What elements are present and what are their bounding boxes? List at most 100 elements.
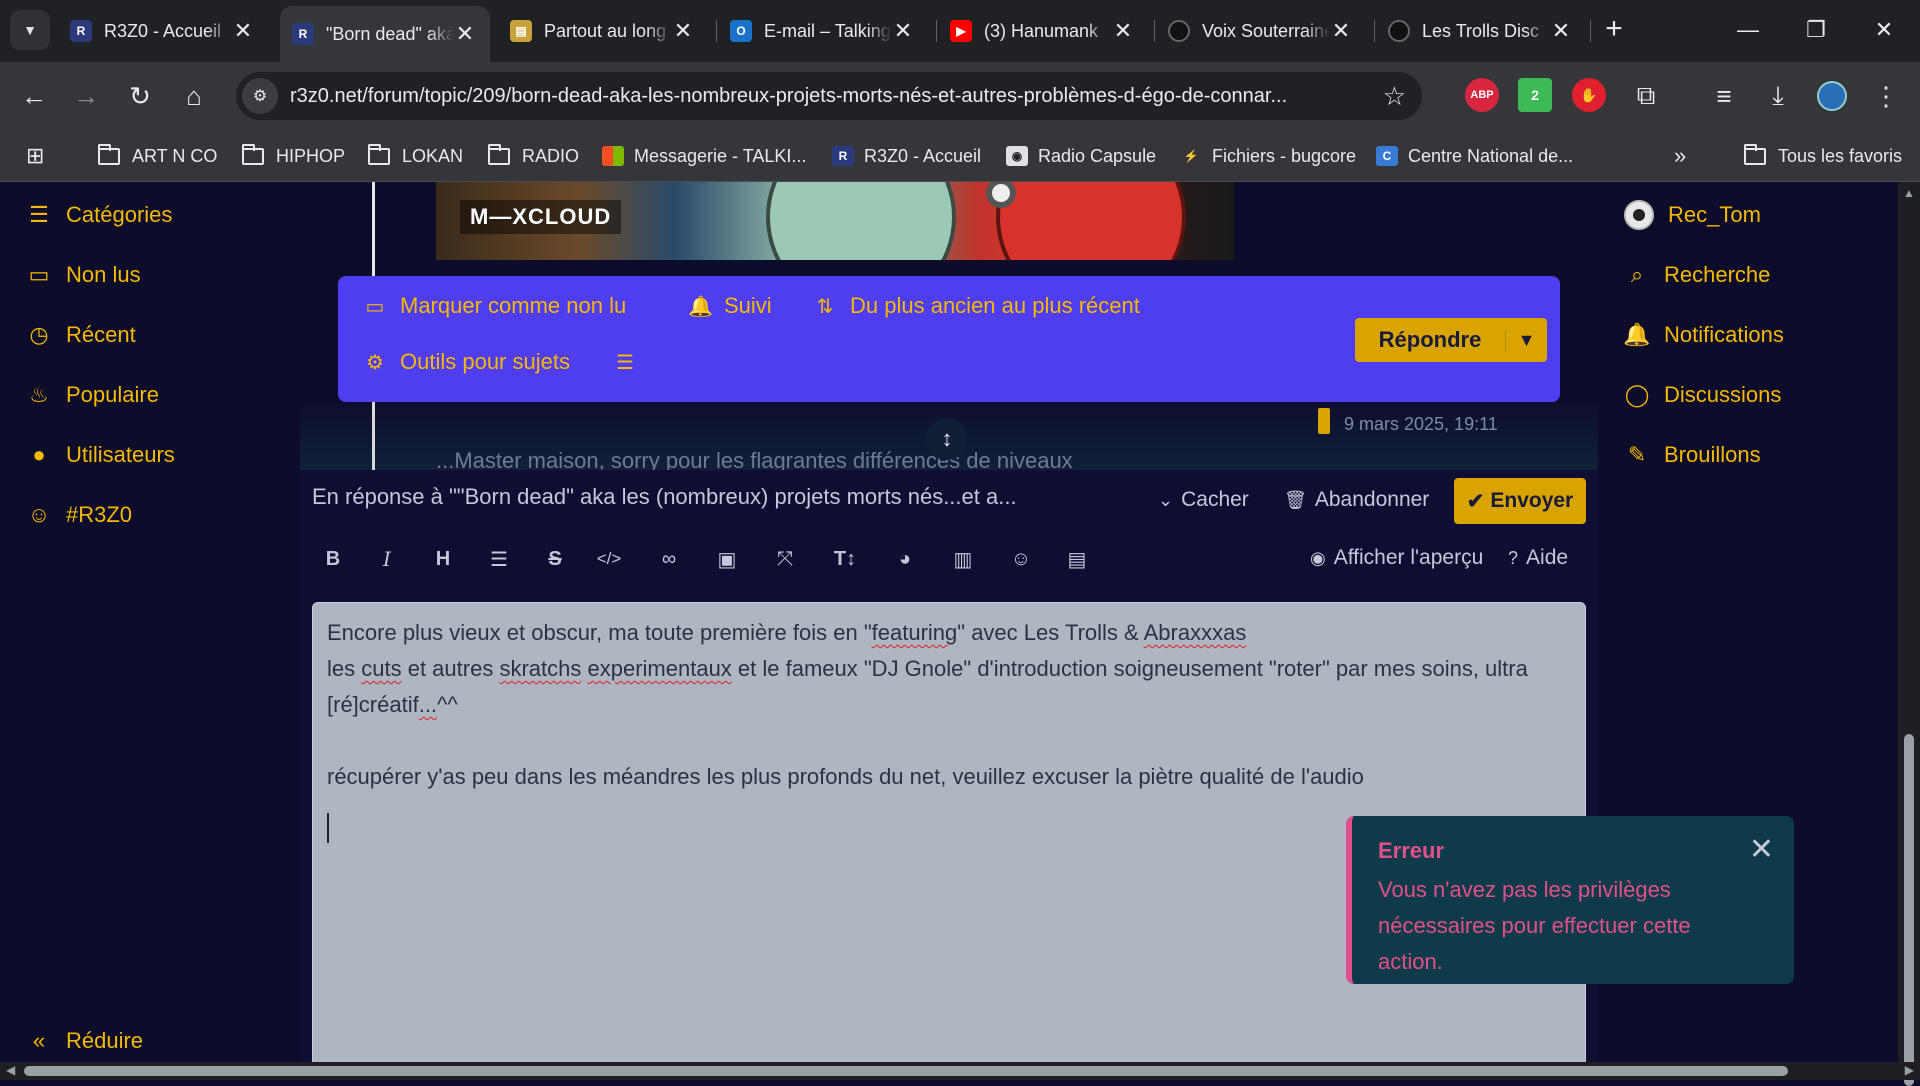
new-tab-button[interactable]: + <box>1598 14 1630 46</box>
close-tab-icon[interactable]: ✕ <box>1112 18 1134 44</box>
close-tab-icon[interactable]: ✕ <box>1550 18 1572 44</box>
list-button[interactable]: ☰ <box>482 542 516 576</box>
browser-tab[interactable]: Voix Souterraines ✕ <box>1156 6 1366 56</box>
browser-tab-active[interactable]: R "Born dead" aka ✕ <box>280 6 490 62</box>
profile-avatar-icon[interactable] <box>1812 76 1852 116</box>
bookmark-folder[interactable]: RADIO <box>488 142 579 170</box>
nav-discussions[interactable]: ◯ Discussions <box>1624 378 1782 412</box>
follow-button[interactable]: 🔔 Suivi <box>688 290 772 322</box>
scrollbar-thumb[interactable] <box>24 1066 1788 1076</box>
zen-mode-button[interactable]: ⤧ <box>768 542 802 576</box>
bookmark-link[interactable]: Messagerie - TALKI... <box>602 142 806 170</box>
bookmark-folder[interactable]: ART N CO <box>98 142 217 170</box>
emoji-button[interactable]: ☺ <box>1004 542 1038 576</box>
close-tab-icon[interactable]: ✕ <box>454 21 476 47</box>
scroll-down-icon[interactable]: ▼ <box>1902 1044 1916 1058</box>
vertical-scrollbar[interactable]: ▲ ▼ <box>1898 182 1920 1086</box>
nav-users[interactable]: ● Utilisateurs <box>26 438 174 472</box>
collapse-sidebar-button[interactable]: «Réduire <box>26 1024 143 1058</box>
home-button[interactable]: ⌂ <box>174 76 214 116</box>
scrollbar-thumb[interactable] <box>1904 734 1914 1086</box>
forward-button[interactable]: → <box>66 76 106 116</box>
nav-unread[interactable]: ▭ Non lus <box>26 258 141 292</box>
resize-handle[interactable]: ↕ <box>926 418 968 460</box>
hide-composer-button[interactable]: ⌄ Cacher <box>1158 484 1249 516</box>
reply-button[interactable]: Répondre ▼ <box>1355 318 1547 362</box>
tab-search-button[interactable]: ▼ <box>10 10 50 50</box>
mixcloud-embed[interactable]: M—XCLOUD <box>436 182 1234 260</box>
bookmark-link[interactable]: R R3Z0 - Accueil <box>832 142 981 170</box>
nav-search[interactable]: ⌕ Recherche <box>1624 258 1771 292</box>
preview-button[interactable]: ◉ Afficher l'aperçu <box>1310 542 1483 574</box>
nav-profile[interactable]: Rec_Tom <box>1624 198 1761 232</box>
file-upload-button[interactable]: ▤ <box>1060 542 1094 576</box>
image-button[interactable]: ▣ <box>710 542 744 576</box>
help-button[interactable]: ? Aide <box>1508 542 1568 574</box>
rss-button[interactable]: ☰ <box>614 346 650 378</box>
reload-button[interactable]: ↻ <box>120 76 160 116</box>
close-icon[interactable]: ✕ <box>1749 832 1774 867</box>
strikethrough-button[interactable]: S <box>538 542 572 576</box>
close-tab-icon[interactable]: ✕ <box>232 18 254 44</box>
arrow-right-icon: → <box>73 80 99 111</box>
nav-categories[interactable]: ☰ Catégories <box>26 198 172 232</box>
nav-chat-r3z0[interactable]: ☺ #R3Z0 <box>26 498 132 532</box>
close-window-button[interactable]: ✕ <box>1854 10 1914 50</box>
mixcloud-logo: M—XCLOUD <box>460 200 622 234</box>
discard-button[interactable]: 🗑 Abandonner <box>1284 484 1429 516</box>
close-tab-icon[interactable]: ✕ <box>1330 18 1352 44</box>
link-button[interactable]: ∞ <box>652 542 686 576</box>
restore-button[interactable]: ❐ <box>1786 10 1846 50</box>
code-button[interactable]: </> <box>592 542 626 576</box>
heading-button[interactable]: H <box>426 542 460 576</box>
download-icon[interactable]: ⤓ <box>1758 76 1798 116</box>
browser-tab[interactable]: O E-mail – Talking ✕ <box>718 6 928 56</box>
browser-tab[interactable]: ▤ Partout au long ✕ <box>498 6 708 56</box>
url-text[interactable]: r3z0.net/forum/topic/209/born-dead-aka-l… <box>290 85 1370 108</box>
menu-kebab-icon[interactable]: ⋮ <box>1866 76 1906 116</box>
expand-icon: ⤧ <box>777 547 793 570</box>
adblock-plus-icon[interactable]: ABP <box>1465 78 1499 112</box>
site-info-icon[interactable]: ⚙ <box>242 78 278 114</box>
text-size-button[interactable]: T↕ <box>828 542 862 576</box>
horizontal-scrollbar[interactable]: ◀ ▶ <box>0 1062 1920 1080</box>
bookmark-folder[interactable]: HIPHOP <box>242 142 345 170</box>
scroll-left-icon[interactable]: ◀ <box>6 1063 15 1077</box>
nav-notifications[interactable]: 🔔 Notifications <box>1623 318 1784 352</box>
extension-2-icon[interactable]: 2 <box>1518 78 1552 112</box>
ublock-icon[interactable]: ✋ <box>1572 78 1606 112</box>
bookmark-link[interactable]: ⚡ Fichiers - bugcore <box>1180 142 1357 170</box>
color-button[interactable]: ◕ <box>888 542 922 576</box>
browser-tab[interactable]: R R3Z0 - Accueil ✕ <box>58 6 268 56</box>
italic-button[interactable]: I <box>370 542 404 576</box>
sort-button[interactable]: ⇅ Du plus ancien au plus récent <box>814 290 1140 322</box>
scroll-right-icon[interactable]: ▶ <box>1905 1063 1914 1077</box>
send-button[interactable]: ✔ Envoyer <box>1454 478 1586 524</box>
nav-popular[interactable]: ♨ Populaire <box>26 378 159 412</box>
apps-grid-icon[interactable]: ⊞ <box>26 142 44 170</box>
bookmarks-overflow-button[interactable]: » <box>1674 142 1686 170</box>
extensions-puzzle-icon[interactable]: ⧉ <box>1626 76 1666 116</box>
minimize-button[interactable]: — <box>1718 10 1778 50</box>
nav-recent[interactable]: ◷ Récent <box>26 318 135 352</box>
all-bookmarks-folder[interactable]: Tous les favoris <box>1744 142 1902 170</box>
close-tab-icon[interactable]: ✕ <box>672 18 694 44</box>
address-bar[interactable]: ⚙ r3z0.net/forum/topic/209/born-dead-aka… <box>236 72 1422 120</box>
bookmark-folder[interactable]: LOKAN <box>368 142 463 170</box>
close-tab-icon[interactable]: ✕ <box>892 18 914 44</box>
back-button[interactable]: ← <box>14 76 54 116</box>
media-controls-icon[interactable]: ≡ <box>1704 76 1744 116</box>
chart-button[interactable]: ▥ <box>946 542 980 576</box>
nav-drafts[interactable]: ✎ Brouillons <box>1624 438 1761 472</box>
scroll-up-icon[interactable]: ▲ <box>1902 186 1916 200</box>
chevron-down-icon[interactable]: ▼ <box>1505 329 1547 351</box>
bold-button[interactable]: B <box>316 542 350 576</box>
topic-tools-button[interactable]: ⚙ Outils pour sujets <box>364 346 570 378</box>
double-chevron-left-icon: « <box>32 1028 46 1053</box>
browser-tab[interactable]: ▶ (3) Hanumank ✕ <box>938 6 1148 56</box>
bookmark-link[interactable]: C Centre National de... <box>1376 142 1573 170</box>
bookmark-star-icon[interactable]: ☆ <box>1383 81 1406 112</box>
mark-unread-button[interactable]: ▭ Marquer comme non lu <box>364 290 627 322</box>
bookmark-link[interactable]: ◉ Radio Capsule <box>1006 142 1156 170</box>
browser-tab[interactable]: Les Trolls Disc ✕ <box>1376 6 1586 56</box>
